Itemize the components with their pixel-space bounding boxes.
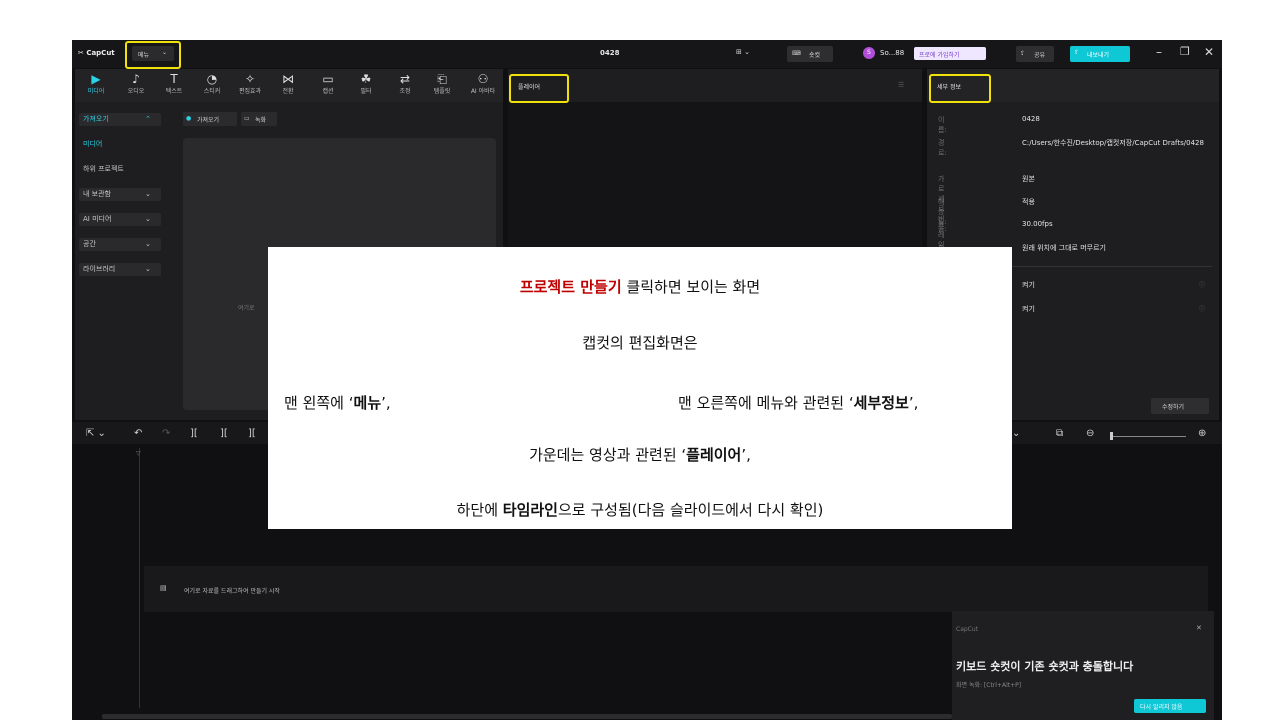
plus-icon: ● — [186, 115, 192, 122]
sidebar-item-media[interactable]: 미디어 — [79, 138, 102, 151]
sidebar-item-space[interactable]: 공간 ⌄ — [79, 238, 161, 251]
tab-effects[interactable]: ✧ 편집효과 — [236, 72, 264, 95]
undo-icon[interactable]: ↶ — [134, 428, 142, 439]
export-icon: ⇧ — [1074, 49, 1080, 56]
player-header — [508, 69, 922, 102]
overlay-line-3-right: 맨 오른쪽에 메뉴와 관련된 ‘세부정보’, — [678, 394, 919, 412]
sidebar-item-subproject[interactable]: 하위 프로젝트 — [79, 163, 124, 176]
share-button[interactable]: ⇪ 공유 — [1016, 46, 1054, 62]
playhead-marker[interactable]: ▽ — [136, 450, 141, 457]
trim-left-icon[interactable]: ][ — [220, 428, 228, 439]
effects-icon: ✧ — [244, 72, 256, 86]
preview-icon[interactable]: ⧉ — [1056, 428, 1063, 439]
sticker-icon: ◔ — [206, 72, 218, 86]
chevron-down-icon: ⌄ — [145, 190, 151, 198]
tab-media[interactable]: ▶ 미디어 — [82, 72, 110, 95]
toggle-value-1[interactable]: 켜기 — [1022, 280, 1035, 290]
chevron-up-icon: ⌃ — [145, 115, 151, 123]
info-icon[interactable]: ⓘ — [1199, 304, 1205, 313]
caption-icon: ▭ — [322, 72, 334, 86]
tab-sticker[interactable]: ◔ 스티커 — [198, 72, 226, 95]
modify-button[interactable]: 수정하기 — [1151, 398, 1209, 414]
layout-icon[interactable]: ⊞ ⌄ — [736, 48, 750, 56]
highlight-player — [509, 74, 569, 103]
split-icon[interactable]: ][ — [190, 428, 198, 439]
tab-adjust[interactable]: ⇄ 조정 — [391, 72, 419, 95]
zoom-in-icon[interactable]: ⊕ — [1198, 428, 1206, 439]
template-icon: ⎗ — [437, 72, 447, 86]
restore-icon[interactable]: ❐ — [1180, 45, 1190, 58]
tab-text[interactable]: T 텍스트 — [160, 72, 188, 95]
tab-audio[interactable]: ♪ 오디오 — [122, 72, 150, 95]
chevron-down-icon: ⌄ — [145, 265, 151, 273]
overlay-line-5: 하단에 타임라인으로 구성됨(다음 슬라이드에서 다시 확인) — [456, 501, 824, 519]
overlay-line-3-left: 맨 왼쪽에 ‘메뉴’, — [284, 394, 391, 412]
info-icon[interactable]: ⓘ — [1199, 280, 1205, 289]
zoom-out-icon[interactable]: ⊖ — [1086, 428, 1094, 439]
camera-icon: ▭ — [244, 115, 250, 122]
tab-ai-avatar[interactable]: ⚇ AI 아바타 — [466, 72, 500, 95]
record-button[interactable]: ▭ 녹화 — [241, 112, 277, 126]
sidebar-item-my-library[interactable]: 내 보관함 ⌄ — [79, 188, 161, 201]
chevron-down-icon: ⌄ — [145, 215, 151, 223]
zoom-slider-handle[interactable] — [1110, 432, 1113, 440]
avatar[interactable]: S — [863, 47, 875, 59]
capcut-logo-icon: ✂ — [78, 49, 84, 57]
playhead[interactable] — [139, 448, 140, 708]
shortcut-button[interactable]: ⌨ 숏컷 — [787, 46, 833, 62]
highlight-menu — [125, 41, 181, 69]
timeline-main-track[interactable]: ▤ 여기로 자료를 드래그하여 만들기 시작 — [144, 566, 1208, 612]
sidebar-item-library[interactable]: 라이브러리 ⌄ — [79, 263, 161, 276]
tab-transition[interactable]: ⋈ 전환 — [274, 72, 302, 95]
capcut-logo: ✂ CapCut — [78, 49, 115, 57]
explanation-overlay: 프로젝트 만들기 클릭하면 보이는 화면 캡컷의 편집화면은 맨 왼쪽에 ‘메뉴… — [268, 247, 1012, 529]
toast-title: 키보드 숏컷이 기존 숏컷과 충돌합니다 — [956, 660, 1134, 673]
select-cursor-icon[interactable]: ⇱ ⌄ — [86, 428, 106, 439]
film-icon: ▤ — [160, 584, 167, 592]
overlay-line-2: 캡컷의 편집화면은 — [582, 334, 698, 352]
tab-caption[interactable]: ▭ 캡션 — [314, 72, 342, 95]
snap-icon[interactable]: ⌄ — [1012, 428, 1020, 439]
toast-brand: CapCut — [956, 626, 979, 633]
title-bar: ✂ CapCut 메뉴 ⌄ 0428 ⊞ ⌄ ⌨ 숏컷 S So...88 프로… — [72, 40, 1222, 68]
filter-icon: ☘ — [360, 72, 372, 86]
toggle-value-2[interactable]: 켜기 — [1022, 304, 1035, 314]
highlight-details — [929, 74, 991, 103]
zoom-slider[interactable] — [1112, 436, 1186, 437]
menu-icon[interactable]: ☰ — [898, 81, 904, 89]
adjust-icon: ⇄ — [399, 72, 411, 86]
sidebar-item-ai-media[interactable]: AI 미디어 ⌄ — [79, 213, 161, 226]
share-icon: ⇪ — [1020, 50, 1026, 57]
chevron-down-icon: ⌄ — [145, 240, 151, 248]
keyboard-icon: ⌨ — [792, 50, 801, 57]
project-title: 0428 — [600, 49, 620, 57]
close-icon[interactable]: ✕ — [1196, 624, 1202, 632]
tab-template[interactable]: ⎗ 템플릿 — [428, 72, 456, 95]
tab-filter[interactable]: ☘ 필터 — [352, 72, 380, 95]
shortcut-conflict-toast: CapCut ✕ 키보드 숏컷이 기존 숏컷과 충돌합니다 화면 녹화: [Ct… — [952, 611, 1214, 720]
pro-signup-button[interactable]: 프로에 가입하기 — [914, 47, 986, 60]
media-icon: ▶ — [91, 72, 101, 86]
audio-icon: ♪ — [132, 72, 140, 86]
export-button[interactable]: ⇧ 내보내기 — [1070, 46, 1130, 62]
close-icon[interactable]: ✕ — [1204, 45, 1214, 59]
dismiss-button[interactable]: 다시 알리지 않음 — [1134, 699, 1206, 713]
timeline-scrollbar[interactable] — [102, 714, 952, 719]
overlay-line-4: 가운데는 영상과 관련된 ‘플레이어’, — [529, 446, 751, 464]
ai-avatar-icon: ⚇ — [477, 72, 489, 86]
redo-icon[interactable]: ↷ — [162, 428, 170, 439]
text-icon: T — [170, 72, 178, 86]
trim-right-icon[interactable]: ][ — [248, 428, 256, 439]
minimize-icon[interactable]: – — [1156, 45, 1162, 59]
transition-icon: ⋈ — [282, 72, 294, 86]
toast-subtitle: 화면 녹화: [Ctrl+Alt+P] — [956, 682, 1022, 689]
user-name[interactable]: So...88 — [880, 49, 904, 57]
tool-tabs: ▶ 미디어 ♪ 오디오 T 텍스트 ◔ 스티커 ✧ 편집효과 ⋈ 전환 ▭ 캡션 ☘ 필터 ⇄ 조… — [76, 69, 496, 102]
sidebar-item-import[interactable]: 가져오기 ⌃ — [79, 113, 161, 126]
import-button[interactable]: ● 가져오기 — [183, 112, 237, 126]
overlay-line-1: 프로젝트 만들기 클릭하면 보이는 화면 — [519, 278, 761, 296]
